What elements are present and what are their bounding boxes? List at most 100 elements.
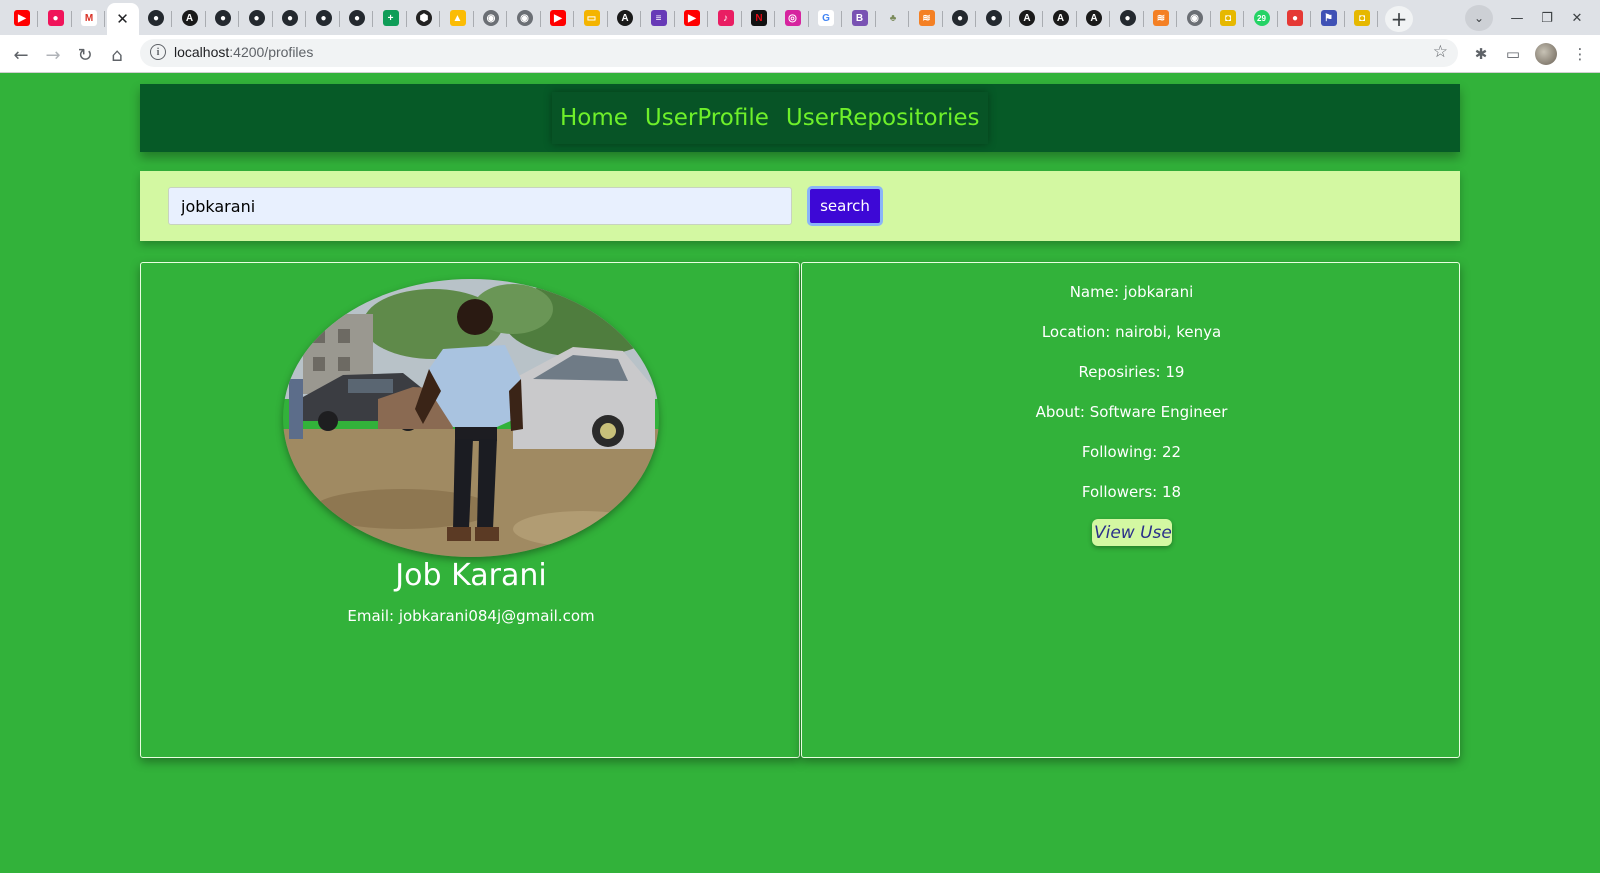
- github-icon: ●: [315, 10, 332, 26]
- tab[interactable]: ▶: [6, 3, 38, 33]
- tab[interactable]: A: [1045, 3, 1077, 33]
- profile-avatar-icon[interactable]: [1535, 43, 1557, 65]
- angular-icon: A: [1052, 10, 1069, 26]
- profile-email: Email: jobkarani084j@gmail.com: [347, 607, 595, 625]
- menu-kebab-icon[interactable]: ⋮: [1570, 44, 1590, 64]
- detail-name: Name: jobkarani: [1069, 283, 1194, 301]
- tab[interactable]: ●: [40, 3, 72, 33]
- site-info-icon[interactable]: i: [150, 44, 166, 60]
- tab[interactable]: ●: [1112, 3, 1144, 33]
- tab[interactable]: M: [73, 3, 105, 33]
- tab[interactable]: ●: [241, 3, 273, 33]
- github-icon: ●: [148, 10, 164, 26]
- tab[interactable]: A: [1011, 3, 1043, 33]
- tab[interactable]: ●: [140, 3, 172, 33]
- username-search-input[interactable]: [168, 187, 792, 225]
- forms-icon: ≡: [650, 10, 667, 26]
- tab-active[interactable]: ✕: [106, 3, 139, 35]
- tab[interactable]: ●: [207, 3, 239, 33]
- new-tab-button[interactable]: +: [1385, 6, 1413, 32]
- tab[interactable]: ▭: [576, 3, 608, 33]
- globe-icon: ◉: [483, 10, 499, 26]
- tab[interactable]: ♣: [877, 3, 909, 33]
- gmail-icon: M: [81, 10, 97, 26]
- forward-icon[interactable]: →: [40, 42, 66, 68]
- whatsapp-badge: 29: [1257, 13, 1266, 23]
- tree-icon: ♣: [885, 10, 901, 26]
- tab[interactable]: ●: [341, 3, 373, 33]
- profile-photo-image: [283, 279, 659, 557]
- address-bar[interactable]: i localhost:4200/profiles ☆: [140, 39, 1458, 67]
- browser-toolbar: ← → ↻ ⌂ i localhost:4200/profiles ☆ ✱ ▭ …: [0, 35, 1600, 73]
- tab-search-button[interactable]: ⌄: [1465, 5, 1493, 31]
- instagram-icon: ◎: [784, 10, 801, 26]
- profile-fullname: Job Karani: [395, 558, 547, 593]
- github-icon: ●: [215, 10, 231, 26]
- netflix-icon: N: [751, 10, 767, 26]
- tab[interactable]: ◉: [1179, 3, 1211, 33]
- github-icon: ●: [985, 10, 1002, 26]
- tab[interactable]: ≋: [1145, 3, 1177, 33]
- close-tab-icon[interactable]: ✕: [116, 10, 129, 28]
- tab[interactable]: ◎: [777, 3, 809, 33]
- cast-icon[interactable]: ▭: [1503, 44, 1523, 64]
- nav-userrepositories-link[interactable]: UserRepositories: [786, 105, 980, 131]
- tab[interactable]: G: [810, 3, 842, 33]
- detail-followers: Followers: 18: [1081, 483, 1182, 501]
- extensions-icon[interactable]: ✱: [1471, 44, 1491, 64]
- close-window-icon[interactable]: ✕: [1567, 8, 1587, 28]
- home-icon[interactable]: ⌂: [104, 42, 130, 68]
- whatsapp-icon: 29: [1253, 10, 1270, 26]
- record-icon: ●: [1287, 10, 1303, 26]
- search-button[interactable]: search: [807, 186, 883, 226]
- tab[interactable]: ⚑: [1313, 3, 1345, 33]
- drive-icon: ▲: [449, 10, 466, 26]
- tab[interactable]: A: [609, 3, 641, 33]
- restore-icon[interactable]: ❐: [1537, 8, 1557, 28]
- detail-about: About: Software Engineer: [1035, 403, 1228, 421]
- tab[interactable]: A: [174, 3, 206, 33]
- tab[interactable]: ▲: [442, 3, 474, 33]
- back-icon[interactable]: ←: [8, 42, 34, 68]
- tab[interactable]: ≡: [643, 3, 675, 33]
- tab[interactable]: +: [375, 3, 407, 33]
- tab[interactable]: A: [1078, 3, 1110, 33]
- search-panel: search: [140, 171, 1460, 241]
- tab-strip: ▶ ● M ✕ ● A ● ● ● ● ● + ⬢ ▲ ◉ ◉ ▶ ▭ A ≡ ▶ ♪ N ◎ G B ♣ ≋ ● ● A A A ● ≋ ◉ ◘ 29 ●…: [0, 0, 1600, 35]
- detail-location: Location: nairobi, kenya: [1041, 323, 1222, 341]
- nav-home-link[interactable]: Home: [560, 105, 628, 131]
- github-icon: ●: [952, 10, 968, 26]
- tab[interactable]: ●: [308, 3, 340, 33]
- github-icon: ●: [282, 10, 298, 26]
- tab[interactable]: ▶: [676, 3, 708, 33]
- minimize-icon[interactable]: —: [1507, 8, 1527, 28]
- github-icon: ●: [1119, 10, 1136, 26]
- reload-icon[interactable]: ↻: [72, 42, 98, 68]
- tab[interactable]: ●: [1279, 3, 1311, 33]
- url-text[interactable]: localhost:4200/profiles: [174, 44, 313, 60]
- details-card: Name: jobkarani Location: nairobi, kenya…: [801, 262, 1460, 758]
- app-navbar: Home UserProfile UserRepositories: [140, 84, 1460, 152]
- tab[interactable]: ◉: [475, 3, 507, 33]
- tab[interactable]: 29: [1246, 3, 1278, 33]
- bootstrap-icon: B: [851, 10, 868, 26]
- tab[interactable]: ●: [978, 3, 1010, 33]
- tab[interactable]: ◘: [1212, 3, 1244, 33]
- tab[interactable]: ◉: [509, 3, 541, 33]
- tab[interactable]: ◘: [1346, 3, 1378, 33]
- music-icon: ●: [47, 10, 64, 26]
- tab[interactable]: ≋: [911, 3, 943, 33]
- nav-links: Home UserProfile UserRepositories: [552, 92, 988, 144]
- tab[interactable]: ●: [274, 3, 306, 33]
- sheets-icon: +: [382, 10, 399, 26]
- bookmark-star-icon[interactable]: ☆: [1433, 42, 1448, 62]
- tab[interactable]: ♪: [710, 3, 742, 33]
- tab[interactable]: N: [743, 3, 775, 33]
- tab[interactable]: ▶: [542, 3, 574, 33]
- stackoverflow-icon: ≋: [1153, 10, 1169, 26]
- tab[interactable]: ⬢: [408, 3, 440, 33]
- view-user-button[interactable]: View User: [1092, 519, 1172, 546]
- tab[interactable]: ●: [944, 3, 976, 33]
- tab[interactable]: B: [844, 3, 876, 33]
- nav-userprofile-link[interactable]: UserProfile: [645, 105, 769, 131]
